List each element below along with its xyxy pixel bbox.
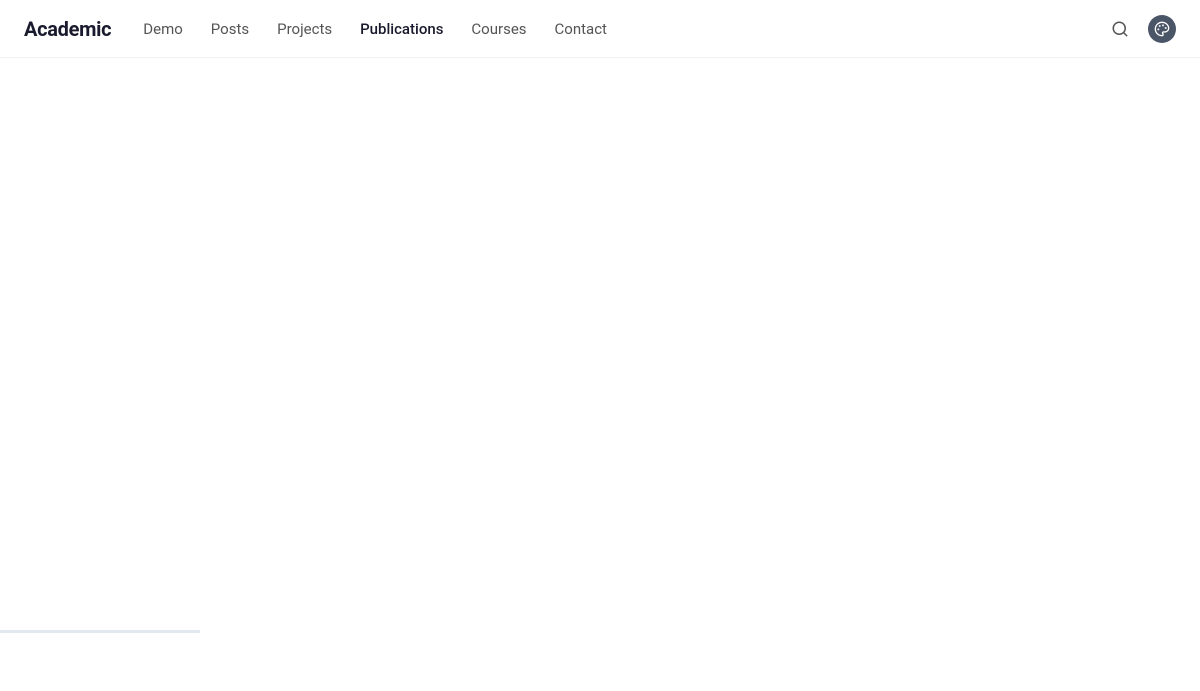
search-button[interactable] [1104, 13, 1136, 45]
header-right [1104, 13, 1176, 45]
nav-demo[interactable]: Demo [143, 20, 183, 38]
palette-button[interactable] [1148, 15, 1176, 43]
nav-publications[interactable]: Publications [360, 20, 443, 38]
site-title[interactable]: Academic [24, 17, 111, 41]
nav-projects[interactable]: Projects [277, 20, 332, 38]
header-left: Academic Demo Posts Projects Publication… [24, 17, 607, 41]
site-header: Academic Demo Posts Projects Publication… [0, 0, 1200, 58]
main-nav: Demo Posts Projects Publications Courses… [143, 20, 607, 38]
nav-posts[interactable]: Posts [211, 20, 249, 38]
nav-contact[interactable]: Contact [555, 20, 607, 38]
nav-courses[interactable]: Courses [471, 20, 526, 38]
main-content [0, 58, 1200, 633]
search-icon [1111, 20, 1129, 38]
palette-icon [1154, 21, 1170, 37]
